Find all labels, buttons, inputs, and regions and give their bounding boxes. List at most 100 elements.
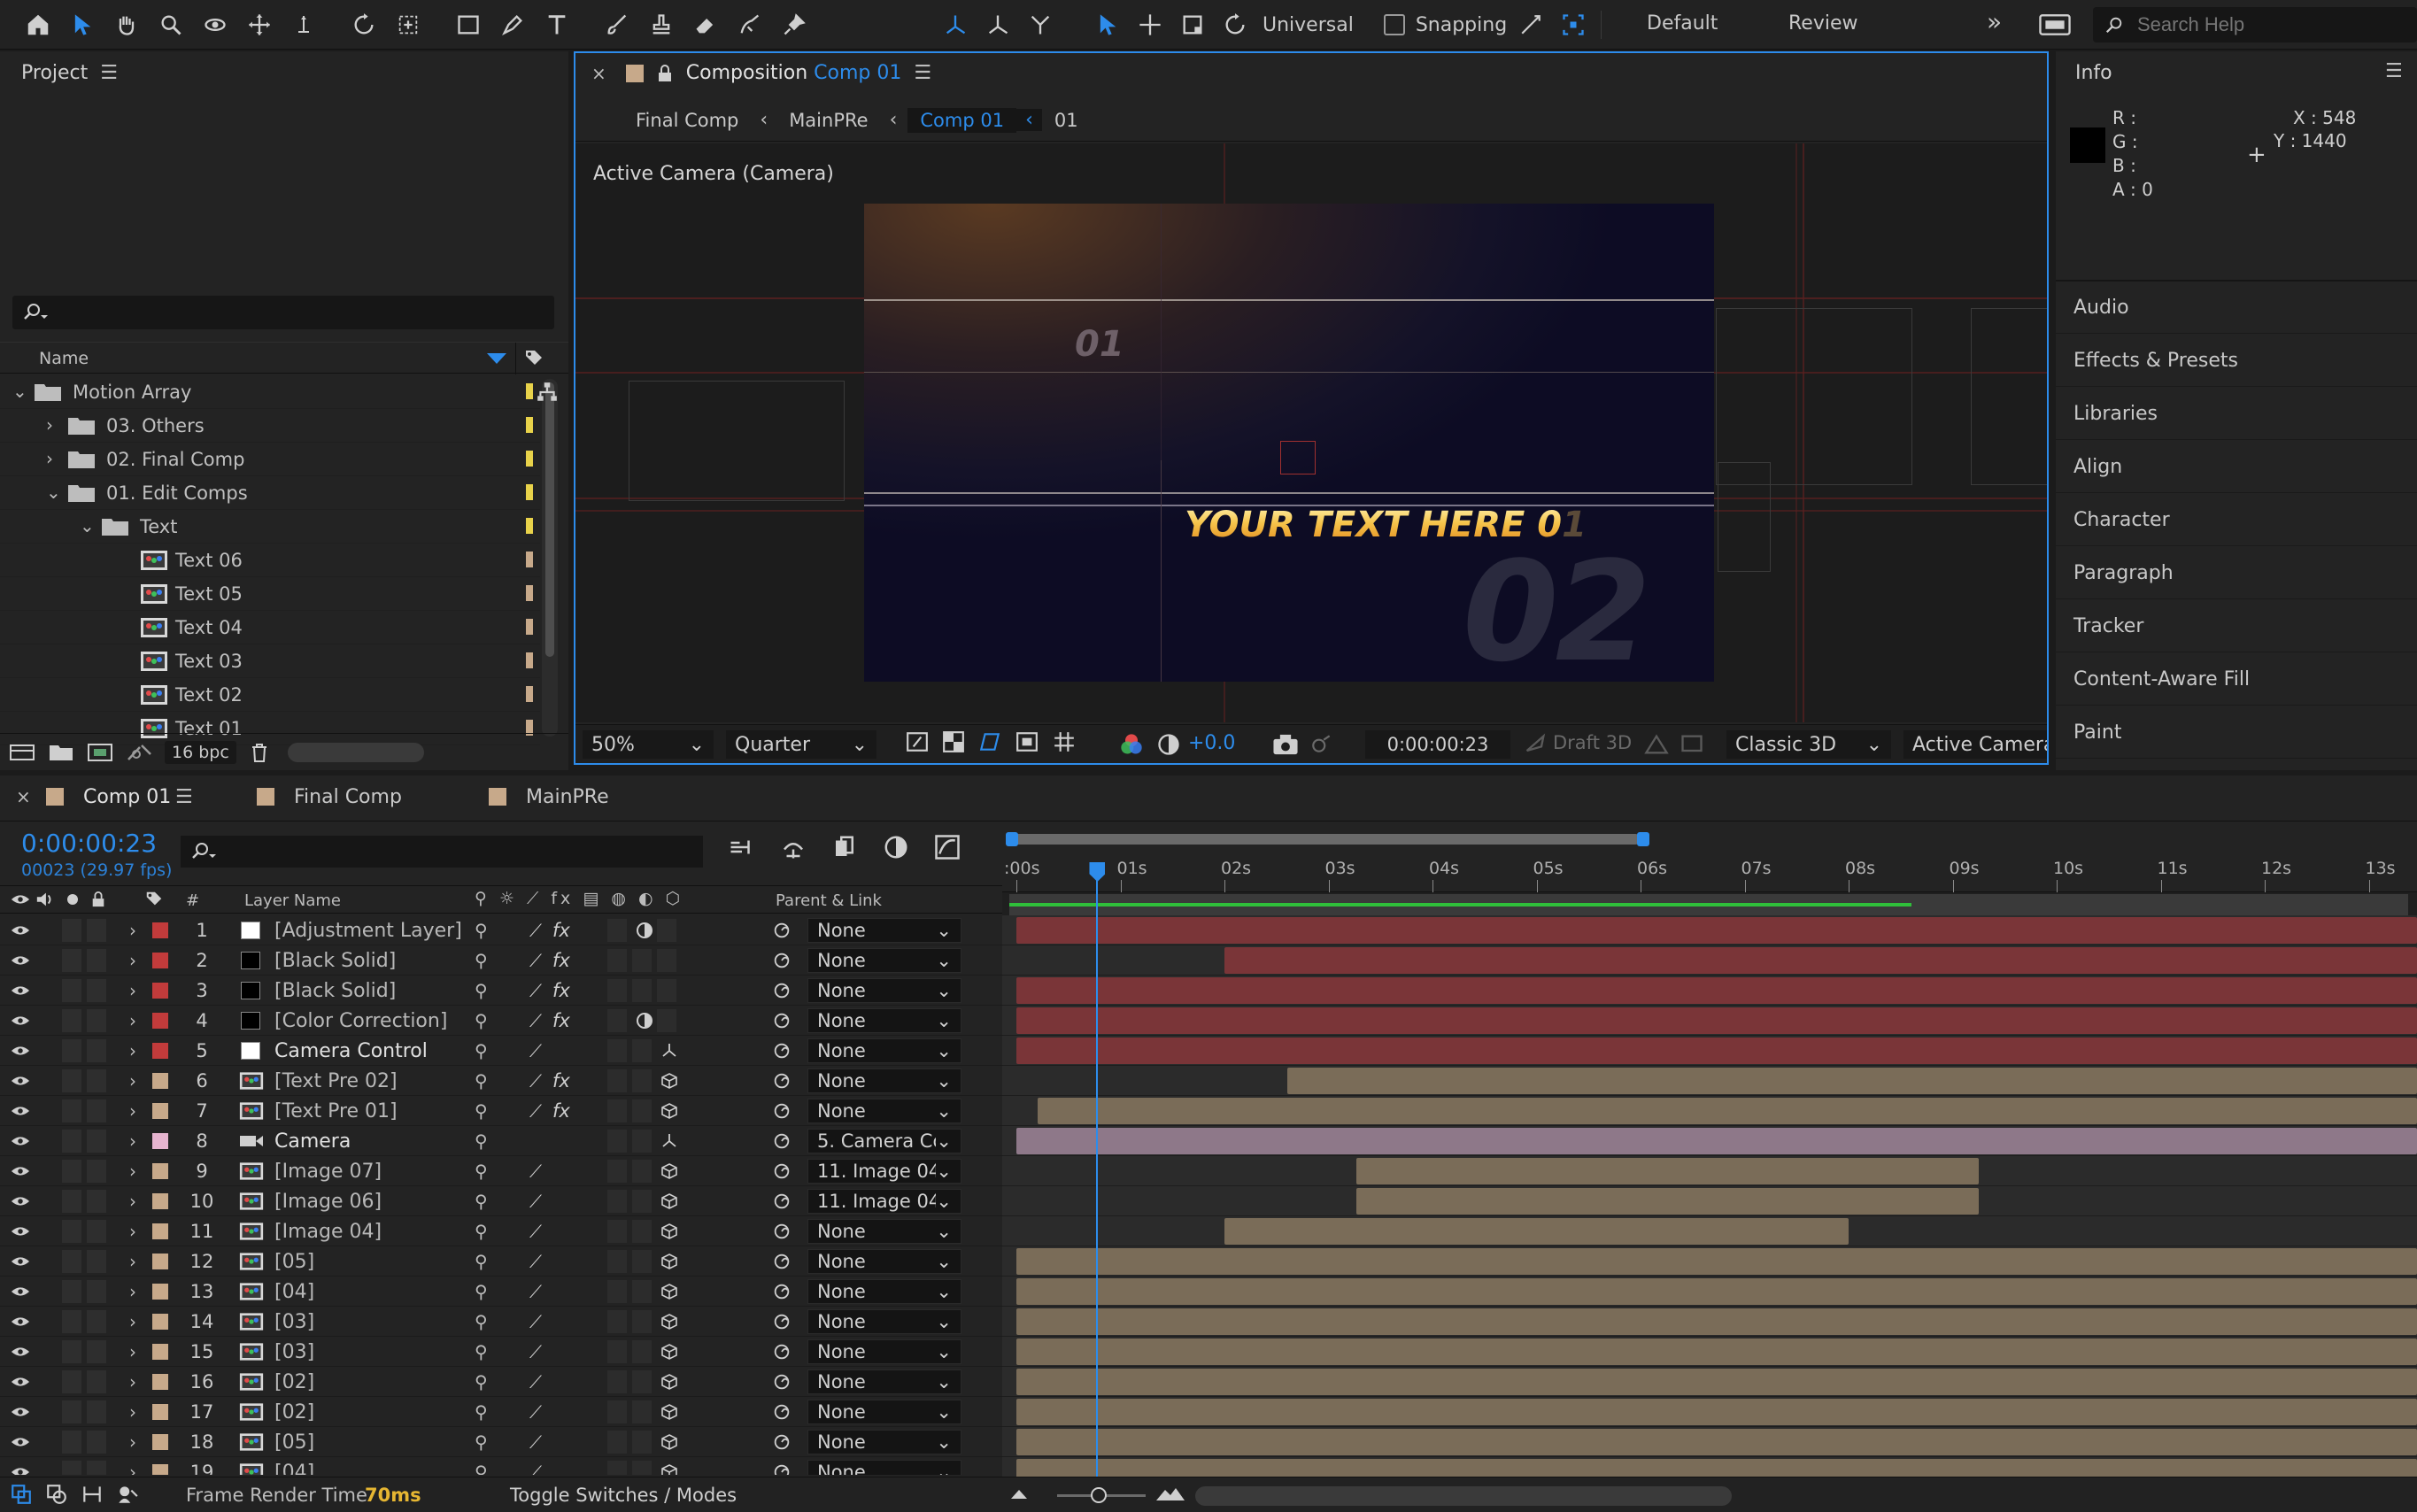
motion-blur-box[interactable] bbox=[607, 1340, 627, 1363]
shy-switch-icon[interactable]: ⚲ bbox=[475, 1337, 488, 1367]
label-color-swatch[interactable] bbox=[152, 1073, 168, 1089]
chevron-right-icon[interactable]: › bbox=[129, 976, 136, 1006]
3d-box[interactable] bbox=[657, 1009, 676, 1032]
layer-duration-bar[interactable] bbox=[1224, 1218, 1849, 1245]
layer-row[interactable]: › 13 [04] ⚲ ⟋ None ⌄ bbox=[0, 1277, 1002, 1307]
parent-dropdown[interactable]: None ⌄ bbox=[807, 918, 961, 943]
panel-section-paragraph[interactable]: Paragraph bbox=[2056, 547, 2417, 599]
lock-box[interactable] bbox=[87, 1431, 106, 1454]
eye-icon[interactable] bbox=[11, 915, 30, 945]
lock-box[interactable] bbox=[87, 1400, 106, 1423]
rectangle-tool-icon[interactable] bbox=[450, 6, 487, 43]
parent-dropdown[interactable]: 11. Image 04 ⌄ bbox=[807, 1189, 961, 1214]
solo-box[interactable] bbox=[62, 1130, 81, 1153]
motion-blur-box[interactable] bbox=[607, 1039, 627, 1062]
label-color-swatch[interactable] bbox=[152, 1043, 168, 1059]
project-folder-item[interactable]: ⌄ 01. Edit Comps bbox=[0, 476, 540, 510]
solo-box[interactable] bbox=[62, 1190, 81, 1213]
motion-blur-box[interactable] bbox=[607, 1280, 627, 1303]
workspace-default[interactable]: Default bbox=[1647, 12, 1718, 35]
motion-blur-box[interactable] bbox=[607, 1160, 627, 1183]
motion-blur-box[interactable] bbox=[607, 1400, 627, 1423]
layer-duration-bar[interactable] bbox=[1356, 1158, 1979, 1184]
comp-tab-name[interactable]: Comp 01 bbox=[814, 62, 901, 84]
info-panel-title[interactable]: Info bbox=[2075, 62, 2112, 84]
solo-box[interactable] bbox=[62, 1340, 81, 1363]
puppet-pin-icon[interactable] bbox=[776, 6, 813, 43]
3d-layer-icon[interactable] bbox=[660, 1397, 678, 1427]
motion-blur-box[interactable] bbox=[607, 1190, 627, 1213]
quality-switch-icon[interactable]: ⟋ bbox=[529, 1457, 542, 1475]
chevron-right-icon[interactable]: › bbox=[129, 1066, 136, 1096]
panel-section-tracker[interactable]: Tracker bbox=[2056, 600, 2417, 652]
label-color-swatch[interactable] bbox=[152, 953, 168, 968]
layer-name[interactable]: Camera Control bbox=[274, 1036, 428, 1066]
quality-switch-icon[interactable]: ⟋ bbox=[529, 1066, 542, 1096]
motion-blur-box[interactable] bbox=[607, 1099, 627, 1122]
orbit-camera-icon[interactable] bbox=[197, 6, 234, 43]
project-folder-item[interactable]: › 03. Others bbox=[0, 409, 540, 443]
tab-comp-01[interactable]: Comp 01 bbox=[83, 786, 171, 808]
parent-dropdown[interactable]: None ⌄ bbox=[807, 1460, 961, 1475]
layer-row[interactable]: › 2 [Black Solid] ⚲ ⟋ fx None ⌄ bbox=[0, 945, 1002, 976]
3d-layer-icon[interactable] bbox=[660, 1277, 678, 1307]
eye-icon[interactable] bbox=[11, 1246, 30, 1277]
layer-duration-bar[interactable] bbox=[1016, 1248, 2417, 1275]
render-time-toggle-icon[interactable] bbox=[115, 1483, 140, 1506]
label-color-swatch[interactable] bbox=[152, 1344, 168, 1360]
motion-blur-box[interactable] bbox=[607, 919, 627, 942]
fx-switch-icon[interactable]: fx bbox=[552, 1096, 570, 1126]
parent-link-header[interactable]: Parent & Link bbox=[776, 891, 882, 910]
breadcrumb-mainpre[interactable]: MainPRe bbox=[778, 110, 878, 131]
parent-dropdown[interactable]: None ⌄ bbox=[807, 1249, 961, 1274]
fx-switch-icon[interactable]: fx bbox=[552, 1006, 570, 1036]
3d-layer-icon[interactable] bbox=[660, 1246, 678, 1277]
parent-dropdown[interactable]: None ⌄ bbox=[807, 1099, 961, 1123]
breadcrumb-01[interactable]: 01 bbox=[1042, 110, 1091, 131]
solo-box[interactable] bbox=[62, 1069, 81, 1092]
layer-duration-bar[interactable] bbox=[1016, 1429, 2417, 1455]
zoom-out-icon[interactable] bbox=[1009, 1486, 1029, 1500]
quality-switch-icon[interactable]: ⟋ bbox=[529, 1427, 542, 1457]
layer-row[interactable]: › 7 [Text Pre 01] ⚲ ⟋ fx None ⌄ bbox=[0, 1096, 1002, 1126]
zoom-tool-icon[interactable] bbox=[152, 6, 189, 43]
pick-whip-icon[interactable] bbox=[772, 1307, 792, 1337]
lock-box[interactable] bbox=[87, 1280, 106, 1303]
breadcrumb-comp-01[interactable]: Comp 01 bbox=[907, 107, 1017, 133]
label-color-swatch[interactable] bbox=[152, 1314, 168, 1330]
move-gizmo-icon[interactable] bbox=[1131, 6, 1169, 43]
adjustment-box[interactable] bbox=[632, 1340, 652, 1363]
flowchart-icon[interactable] bbox=[535, 381, 560, 404]
motion-blur-box[interactable] bbox=[607, 1069, 627, 1092]
solo-box[interactable] bbox=[62, 1160, 81, 1183]
chevron-right-icon[interactable]: › bbox=[129, 1036, 136, 1066]
pick-whip-icon[interactable] bbox=[772, 1036, 792, 1066]
renderer-dropdown[interactable]: Classic 3D ⌄ bbox=[1726, 730, 1891, 759]
trash-icon[interactable] bbox=[249, 741, 270, 764]
quality-switch-icon[interactable]: ⟋ bbox=[529, 1156, 542, 1186]
anchor-point-icon[interactable] bbox=[390, 6, 427, 43]
scale-gizmo-icon[interactable] bbox=[1174, 6, 1211, 43]
comp-viewer[interactable]: Active Camera (Camera) 01 02 YOUR TEXT H… bbox=[575, 143, 2047, 722]
adjustment-box[interactable] bbox=[632, 1099, 652, 1122]
chevron-down-icon[interactable]: ⌄ bbox=[12, 381, 27, 402]
parent-dropdown[interactable]: 11. Image 04 ⌄ bbox=[807, 1159, 961, 1184]
solo-box[interactable] bbox=[62, 1250, 81, 1273]
chevron-down-icon[interactable]: ⌄ bbox=[46, 482, 61, 503]
adjustment-box[interactable] bbox=[632, 949, 652, 972]
parent-dropdown[interactable]: None ⌄ bbox=[807, 1279, 961, 1304]
layer-duration-bar[interactable] bbox=[1224, 947, 2417, 974]
shy-switch-icon[interactable]: ⚲ bbox=[475, 1186, 488, 1216]
solo-box[interactable] bbox=[62, 919, 81, 942]
universal-label[interactable]: Universal bbox=[1263, 14, 1354, 36]
lock-box[interactable] bbox=[87, 1069, 106, 1092]
eye-icon[interactable] bbox=[11, 945, 30, 976]
resolution-dropdown[interactable]: Quarter ⌄ bbox=[726, 730, 876, 759]
timeline-search-input[interactable] bbox=[223, 841, 683, 862]
label-color-swatch[interactable] bbox=[152, 1163, 168, 1179]
zoom-slider-thumb[interactable] bbox=[1091, 1487, 1107, 1503]
solo-box[interactable] bbox=[62, 1009, 81, 1032]
chevron-right-icon[interactable]: › bbox=[129, 1367, 136, 1397]
layer-duration-bar[interactable] bbox=[1016, 977, 2417, 1004]
eye-icon[interactable] bbox=[11, 1277, 30, 1307]
